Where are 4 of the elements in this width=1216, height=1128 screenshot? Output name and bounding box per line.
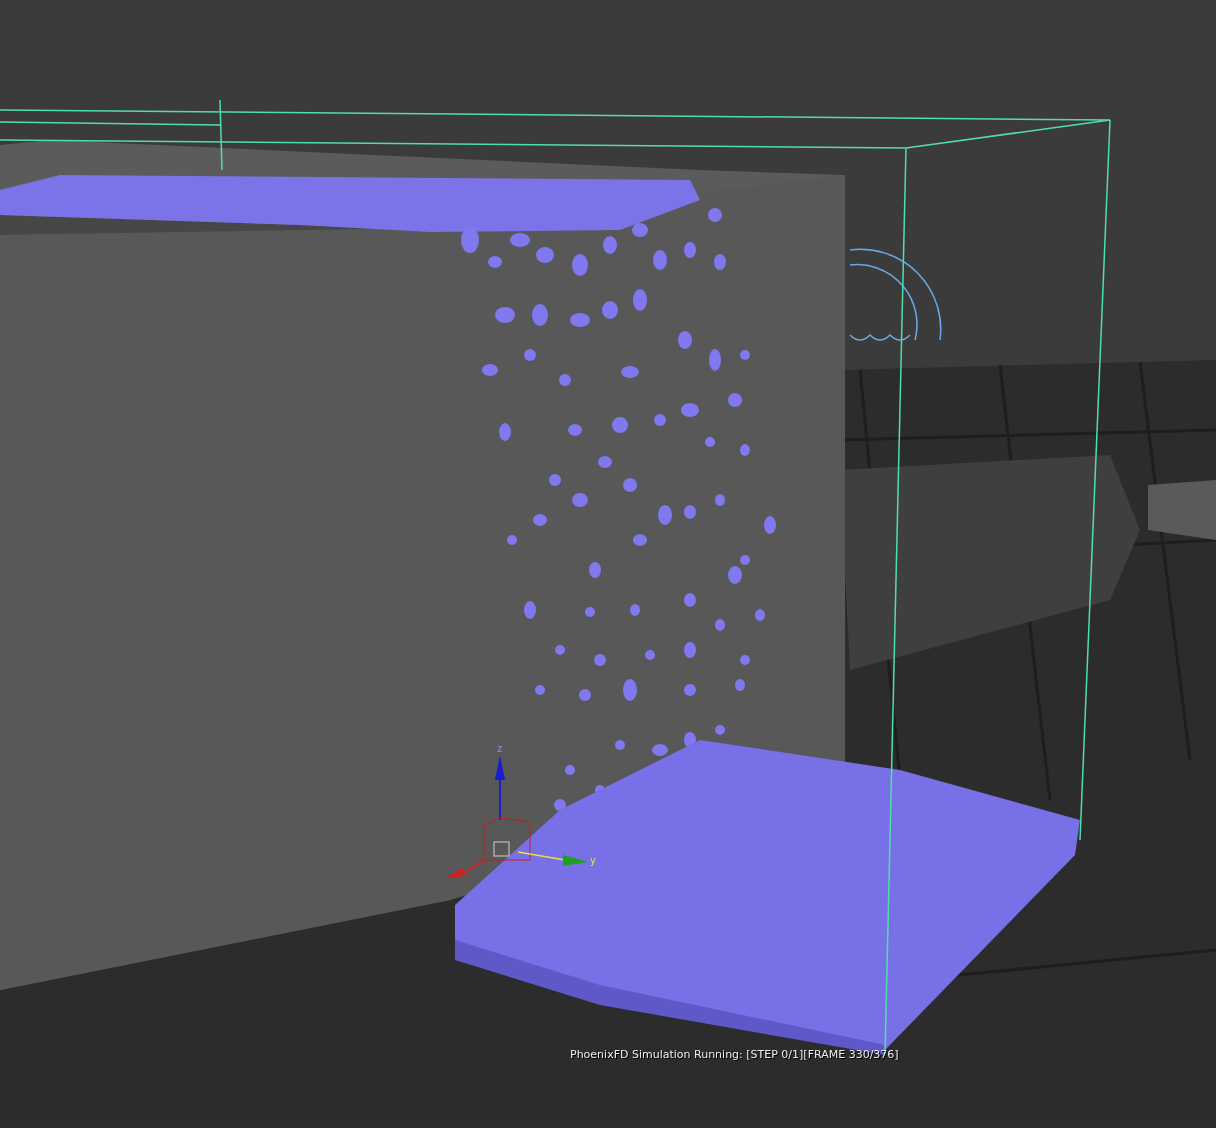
axis-label: z — [497, 743, 503, 754]
axis-label: y — [590, 855, 596, 866]
emitter-icon — [849, 248, 942, 341]
simulation-status-text: PhoenixFD Simulation Running: [STEP 0/1][FRAME 330/376] — [570, 1048, 899, 1061]
